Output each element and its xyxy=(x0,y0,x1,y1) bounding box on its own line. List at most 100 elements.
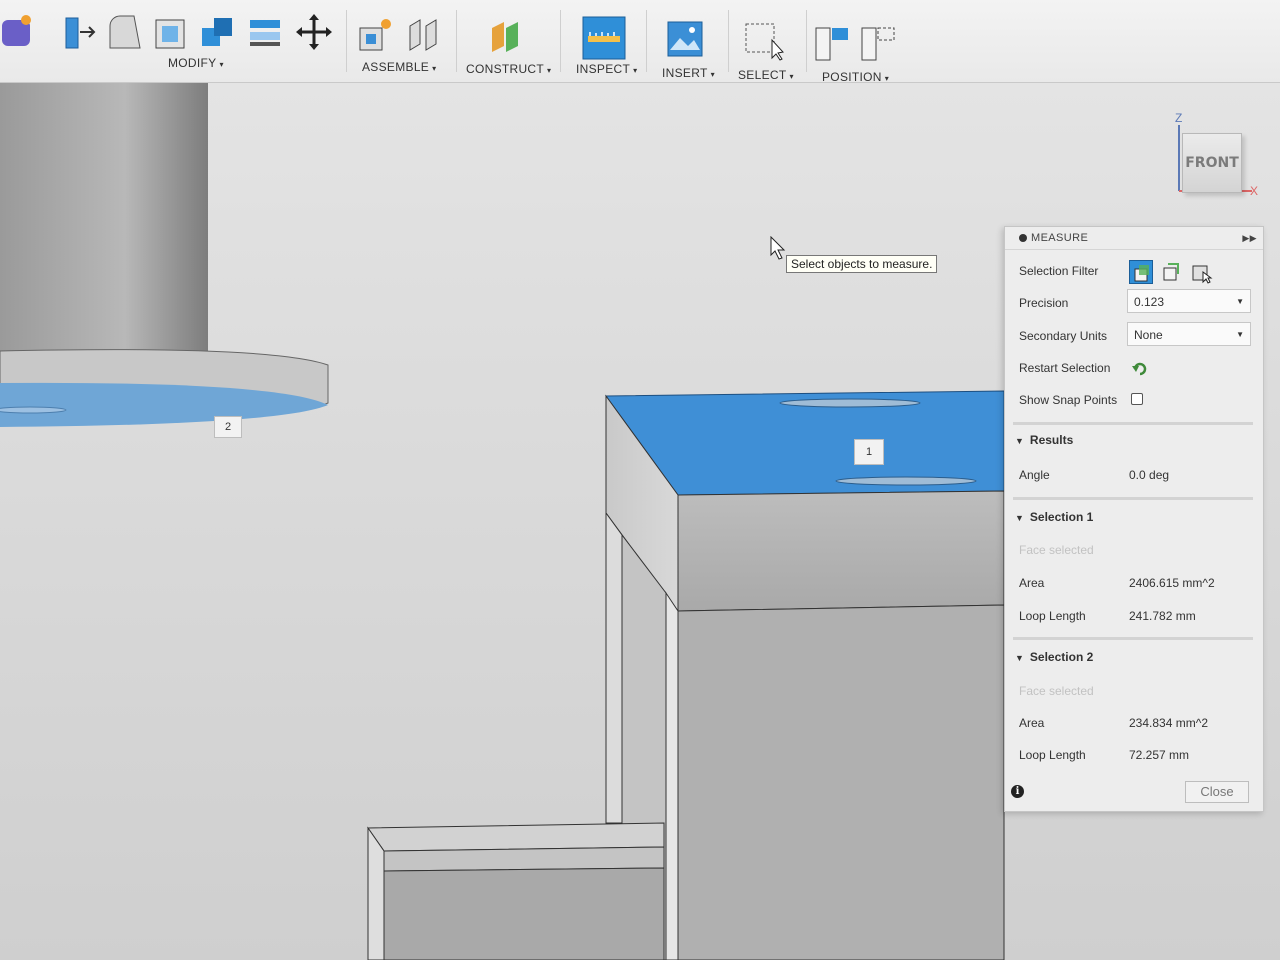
chevron-down-icon: ▾ xyxy=(710,70,715,79)
move-icon[interactable] xyxy=(294,12,334,52)
selection-2-header[interactable]: ▼ Selection 2 xyxy=(1015,650,1093,664)
chevron-down-icon: ▾ xyxy=(789,72,794,81)
chevron-down-icon: ▾ xyxy=(547,66,552,75)
collapse-triangle-icon: ▼ xyxy=(1015,513,1024,523)
lower-box-top[interactable] xyxy=(367,822,665,852)
new-component-icon[interactable] xyxy=(356,16,396,56)
insert-menu[interactable]: INSERT ▾ xyxy=(662,66,715,80)
precision-row: Precision 0.123 ▼ xyxy=(1019,289,1253,315)
measure-panel-header[interactable]: MEASURE ▶▶ xyxy=(1005,227,1263,250)
inspect-menu[interactable]: INSPECT ▾ xyxy=(576,62,637,76)
snap-points-row: Show Snap Points xyxy=(1019,388,1253,412)
align-icon[interactable] xyxy=(246,12,286,52)
precision-select[interactable]: 0.123 ▼ xyxy=(1127,289,1251,313)
close-button[interactable]: Close xyxy=(1185,781,1249,803)
press-pull-icon[interactable] xyxy=(60,12,100,52)
slot-outline xyxy=(779,398,921,408)
position-menu[interactable]: POSITION ▾ xyxy=(822,70,889,84)
section-divider xyxy=(1013,497,1253,500)
selection-filter-label: Selection Filter xyxy=(1019,264,1099,278)
select-edge-filter-icon[interactable] xyxy=(1159,260,1183,284)
expand-panel-icon[interactable]: ▶▶ xyxy=(1242,227,1257,249)
construct-group: CONSTRUCT ▾ xyxy=(462,4,560,80)
lower-box-side xyxy=(367,826,385,960)
info-icon[interactable]: i xyxy=(1011,785,1024,798)
leg-left[interactable] xyxy=(605,511,623,824)
selection-filter-row: Selection Filter xyxy=(1019,259,1253,284)
snap-points-checkbox[interactable] xyxy=(1131,393,1143,405)
area-label: Area xyxy=(1019,576,1045,590)
capture-position-icon[interactable] xyxy=(814,24,854,64)
design-workspace-icon[interactable] xyxy=(0,12,36,48)
modify-group: MODIFY ▾ xyxy=(56,4,346,80)
offset-plane-icon[interactable] xyxy=(488,18,528,58)
loop-length-value: 241.782 mm xyxy=(1129,609,1196,623)
restart-selection-label: Restart Selection xyxy=(1019,361,1111,375)
selection-2-status: Face selected xyxy=(1019,684,1094,698)
angle-row: Angle 0.0 deg xyxy=(1019,463,1253,487)
leg-edge xyxy=(665,591,679,960)
position-group: POSITION ▾ xyxy=(812,4,908,84)
joint-icon[interactable] xyxy=(404,16,444,56)
block-front-face[interactable] xyxy=(677,490,1005,612)
selection-1-heading: Selection 1 xyxy=(1029,510,1094,524)
window-select-icon[interactable] xyxy=(744,22,788,62)
chevron-down-icon: ▼ xyxy=(1236,297,1244,306)
select-menu[interactable]: SELECT ▾ xyxy=(738,68,794,82)
chevron-down-icon: ▾ xyxy=(884,74,890,83)
secondary-units-label: Secondary Units xyxy=(1019,329,1108,343)
selection-1-header[interactable]: ▼ Selection 1 xyxy=(1015,510,1093,524)
inspect-group: INSPECT ▾ xyxy=(566,4,642,80)
modify-menu[interactable]: MODIFY ▾ xyxy=(168,56,224,70)
selection-tag-2[interactable]: 2 xyxy=(214,416,242,438)
results-heading: Results xyxy=(1029,433,1074,447)
construct-menu[interactable]: CONSTRUCT ▾ xyxy=(466,62,551,76)
toolbar-divider xyxy=(456,10,457,72)
snap-points-label: Show Snap Points xyxy=(1019,393,1118,407)
selection-2-status-row: Face selected xyxy=(1019,679,1253,703)
loop-length-label: Loop Length xyxy=(1019,609,1086,623)
panel-status-icon xyxy=(1019,234,1027,242)
collapse-triangle-icon: ▼ xyxy=(1015,653,1024,663)
viewcube-front-face[interactable]: FRONT xyxy=(1182,133,1242,193)
fillet-icon[interactable] xyxy=(104,12,144,52)
select-body-filter-icon[interactable] xyxy=(1189,260,1213,284)
selection-1-status: Face selected xyxy=(1019,543,1094,557)
insert-image-icon[interactable] xyxy=(666,20,706,60)
combine-icon[interactable] xyxy=(198,12,238,52)
measure-panel: MEASURE ▶▶ Selection Filter Precision 0.… xyxy=(1004,226,1264,812)
results-header[interactable]: ▼ Results xyxy=(1015,433,1073,447)
toolbar-divider xyxy=(560,10,561,72)
select-group: SELECT ▾ xyxy=(732,4,804,82)
restart-arrow-icon[interactable] xyxy=(1131,360,1149,378)
secondary-units-select[interactable]: None ▼ xyxy=(1127,322,1251,346)
view-cube[interactable]: Z FRONT X xyxy=(1168,111,1268,201)
secondary-units-value: None xyxy=(1134,328,1163,342)
insert-group: INSERT ▾ xyxy=(652,4,726,80)
block-lower-face[interactable] xyxy=(677,604,1005,960)
toolbar: MODIFY ▾ ASSEMBLE ▾ CONSTRUCT ▾ INSPECT … xyxy=(0,0,1280,84)
slot-outline xyxy=(835,476,977,486)
revert-position-icon[interactable] xyxy=(860,24,900,64)
measure-title: MEASURE xyxy=(1031,232,1089,244)
secondary-units-row: Secondary Units None ▼ xyxy=(1019,322,1253,348)
select-face-filter-icon[interactable] xyxy=(1129,260,1153,284)
selection-1-loop-row: Loop Length 241.782 mm xyxy=(1019,604,1253,628)
precision-label: Precision xyxy=(1019,296,1069,310)
assemble-menu[interactable]: ASSEMBLE ▾ xyxy=(362,60,436,74)
selection-tag-1[interactable]: 1 xyxy=(854,439,884,465)
collapse-triangle-icon: ▼ xyxy=(1015,436,1024,446)
cylinder-body[interactable] xyxy=(0,83,208,363)
section-divider xyxy=(1013,422,1253,425)
toolbar-divider xyxy=(806,10,807,72)
chevron-down-icon: ▾ xyxy=(432,64,437,73)
loop-length-label: Loop Length xyxy=(1019,748,1086,762)
measure-icon[interactable] xyxy=(582,16,626,60)
area-label: Area xyxy=(1019,716,1045,730)
construct-label: CONSTRUCT xyxy=(466,62,545,76)
selection-1-status-row: Face selected xyxy=(1019,538,1253,562)
shell-icon[interactable] xyxy=(152,12,192,52)
selection-1-area-row: Area 2406.615 mm^2 xyxy=(1019,571,1253,595)
lower-box-front[interactable] xyxy=(383,867,665,960)
area-value: 2406.615 mm^2 xyxy=(1129,576,1215,590)
